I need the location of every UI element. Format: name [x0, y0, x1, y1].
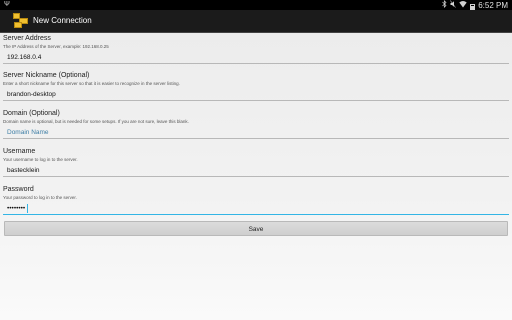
domain-label: Domain (Optional) [3, 110, 60, 117]
username-hint: Your username to log in to the server. [3, 157, 78, 162]
password-input[interactable] [3, 202, 509, 215]
folder-icon[interactable] [13, 13, 29, 29]
nickname-label: Server Nickname (Optional) [3, 72, 90, 79]
nickname-hint: Enter a short nickname for this server s… [3, 81, 180, 86]
password-label: Password [3, 186, 34, 193]
username-input[interactable] [3, 164, 509, 177]
status-bar: Ψ 6:52 PM [0, 0, 512, 11]
text-cursor [27, 204, 28, 213]
usb-icon: Ψ [4, 1, 10, 8]
domain-hint: Domain name is optional, but is needed f… [3, 119, 189, 124]
server-address-label: Server Address [3, 35, 51, 42]
domain-input[interactable] [3, 126, 509, 139]
page-title: New Connection [33, 16, 92, 25]
server-address-hint: The IP Address of the Server, example: 1… [3, 44, 109, 49]
action-bar: New Connection [0, 10, 512, 33]
username-label: Username [3, 148, 36, 155]
nickname-input[interactable] [3, 88, 509, 101]
password-hint: Your password to log in to the server. [3, 195, 77, 200]
server-address-input[interactable] [3, 51, 509, 64]
save-button[interactable]: Save [4, 221, 508, 236]
